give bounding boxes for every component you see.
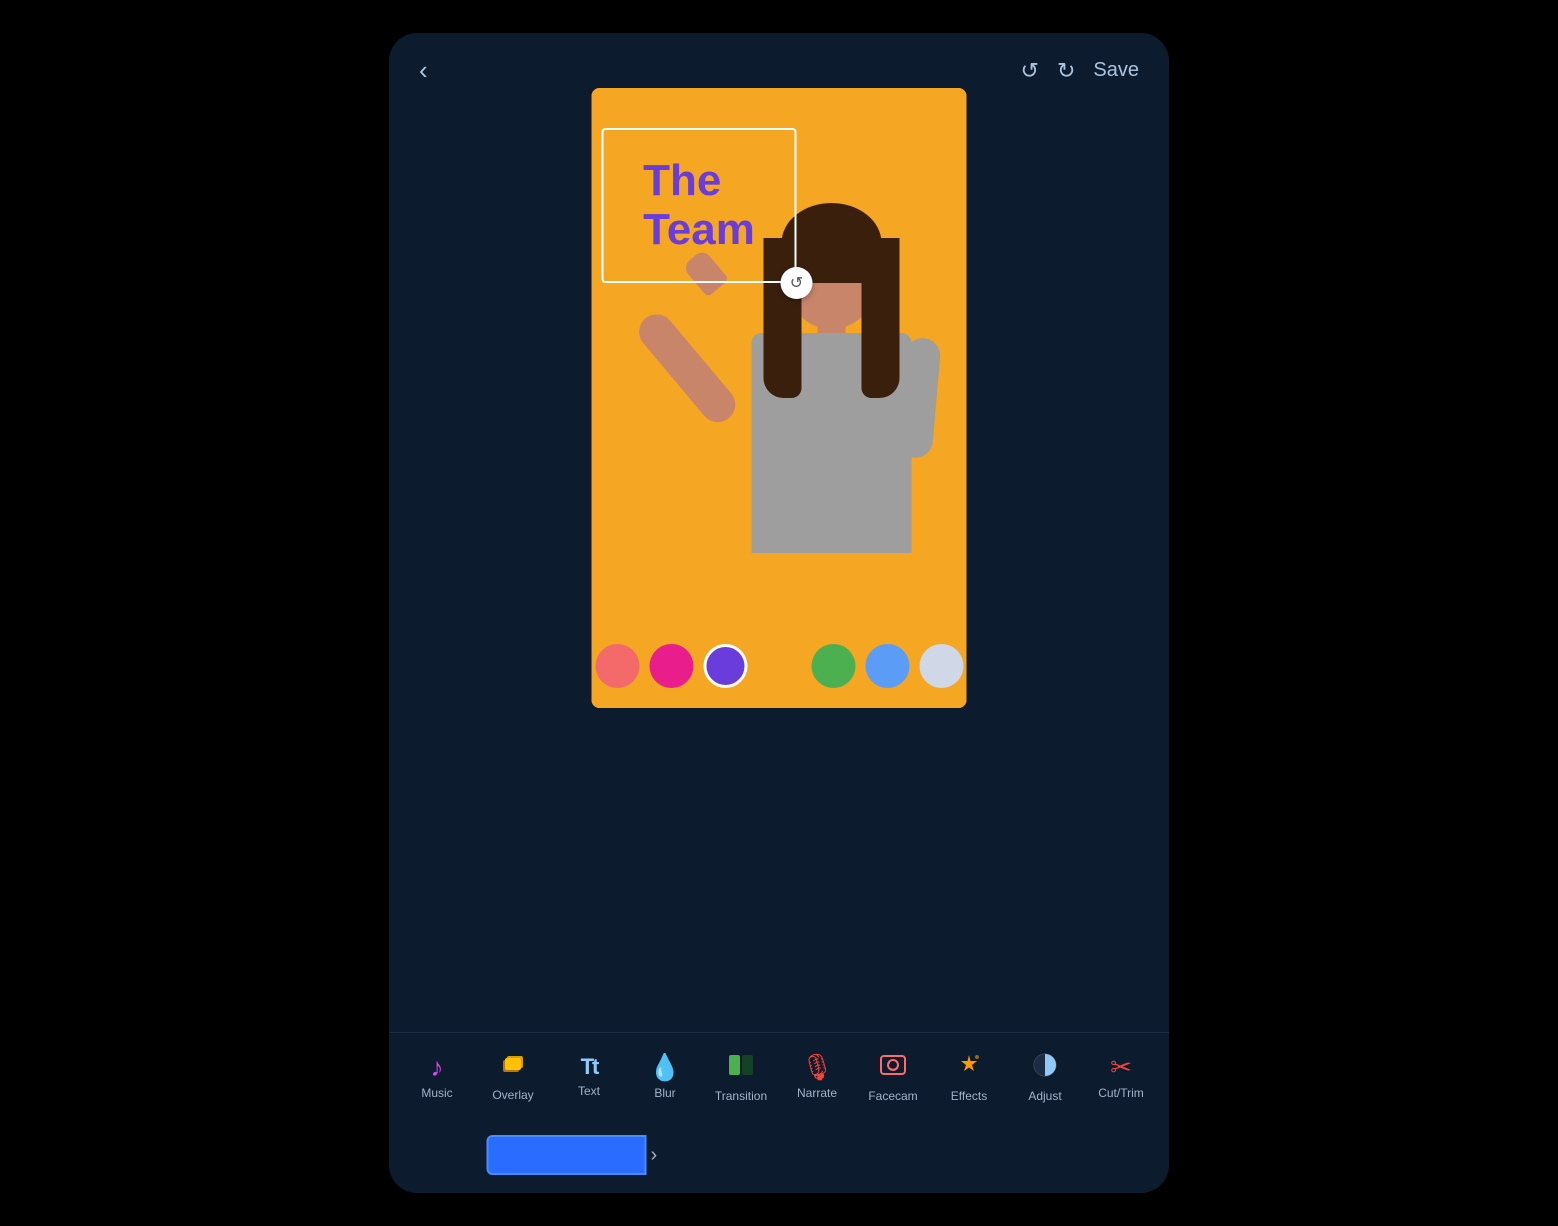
person-arm-left bbox=[632, 307, 742, 429]
rotate-handle[interactable]: ↺ bbox=[781, 267, 813, 299]
timeline-arrow: › bbox=[651, 1144, 658, 1167]
transition-label: Transition bbox=[715, 1089, 767, 1103]
adjust-label: Adjust bbox=[1028, 1089, 1061, 1103]
facecam-label: Facecam bbox=[868, 1089, 917, 1103]
tool-text[interactable]: Tt Text bbox=[559, 1056, 619, 1098]
tool-transition[interactable]: Transition bbox=[711, 1051, 771, 1103]
tool-blur[interactable]: 💧 Blur bbox=[635, 1054, 695, 1100]
color-swatch-purple[interactable] bbox=[703, 644, 747, 688]
timeline-segment[interactable] bbox=[487, 1135, 647, 1175]
text-overlay-content: TheTeam bbox=[633, 147, 765, 264]
header-actions: ↺ ↻ Save bbox=[1021, 58, 1139, 84]
text-overlay-box[interactable]: TheTeam ↺ bbox=[602, 128, 797, 283]
bottom-toolbar: ♪ Music Overlay Tt Text 💧 Blur bbox=[389, 1032, 1169, 1113]
overlay-label: Overlay bbox=[492, 1088, 533, 1102]
tool-overlay[interactable]: Overlay bbox=[483, 1052, 543, 1102]
cuttrim-icon: ✂ bbox=[1110, 1054, 1132, 1080]
adjust-icon bbox=[1031, 1051, 1059, 1083]
top-header: ‹ ↺ ↻ Save bbox=[389, 33, 1169, 96]
tool-narrate[interactable]: 🎙 Narrate bbox=[787, 1054, 847, 1100]
tool-music[interactable]: ♪ Music bbox=[407, 1054, 467, 1100]
color-swatch-green[interactable] bbox=[811, 644, 855, 688]
color-swatch-coral[interactable] bbox=[595, 644, 639, 688]
tool-facecam[interactable]: Facecam bbox=[863, 1051, 923, 1103]
music-icon: ♪ bbox=[431, 1054, 444, 1080]
redo-button[interactable]: ↻ bbox=[1057, 58, 1075, 84]
tool-effects[interactable]: Effects bbox=[939, 1051, 999, 1103]
color-swatch-light-gray[interactable] bbox=[919, 644, 963, 688]
timeline-strip: › bbox=[487, 1135, 1072, 1175]
narrate-label: Narrate bbox=[797, 1086, 837, 1100]
canvas-area: TheTeam ↺ bbox=[592, 88, 967, 708]
cuttrim-label: Cut/Trim bbox=[1098, 1086, 1144, 1100]
tool-adjust[interactable]: Adjust bbox=[1015, 1051, 1075, 1103]
effects-label: Effects bbox=[951, 1089, 987, 1103]
color-swatch-blue[interactable] bbox=[865, 644, 909, 688]
color-swatch-yellow[interactable] bbox=[757, 644, 801, 688]
color-swatch-magenta[interactable] bbox=[649, 644, 693, 688]
blur-label: Blur bbox=[654, 1086, 675, 1100]
effects-icon bbox=[955, 1051, 983, 1083]
tool-cuttrim[interactable]: ✂ Cut/Trim bbox=[1091, 1054, 1151, 1100]
color-picker-row bbox=[592, 644, 967, 688]
canvas-background: TheTeam ↺ bbox=[592, 88, 967, 708]
blur-icon: 💧 bbox=[649, 1054, 681, 1080]
save-button[interactable]: Save bbox=[1093, 59, 1139, 82]
overlay-icon bbox=[500, 1052, 526, 1082]
facecam-icon bbox=[879, 1051, 907, 1083]
text-label: Text bbox=[578, 1084, 600, 1098]
transition-icon bbox=[727, 1051, 755, 1083]
text-icon: Tt bbox=[581, 1056, 598, 1078]
back-button[interactable]: ‹ bbox=[419, 55, 428, 86]
undo-button[interactable]: ↺ bbox=[1021, 58, 1039, 84]
narrate-icon: 🎙 bbox=[800, 1054, 833, 1080]
app-container: ‹ ↺ ↻ Save TheTeam ↺ bbox=[389, 33, 1169, 1193]
music-label: Music bbox=[421, 1086, 452, 1100]
